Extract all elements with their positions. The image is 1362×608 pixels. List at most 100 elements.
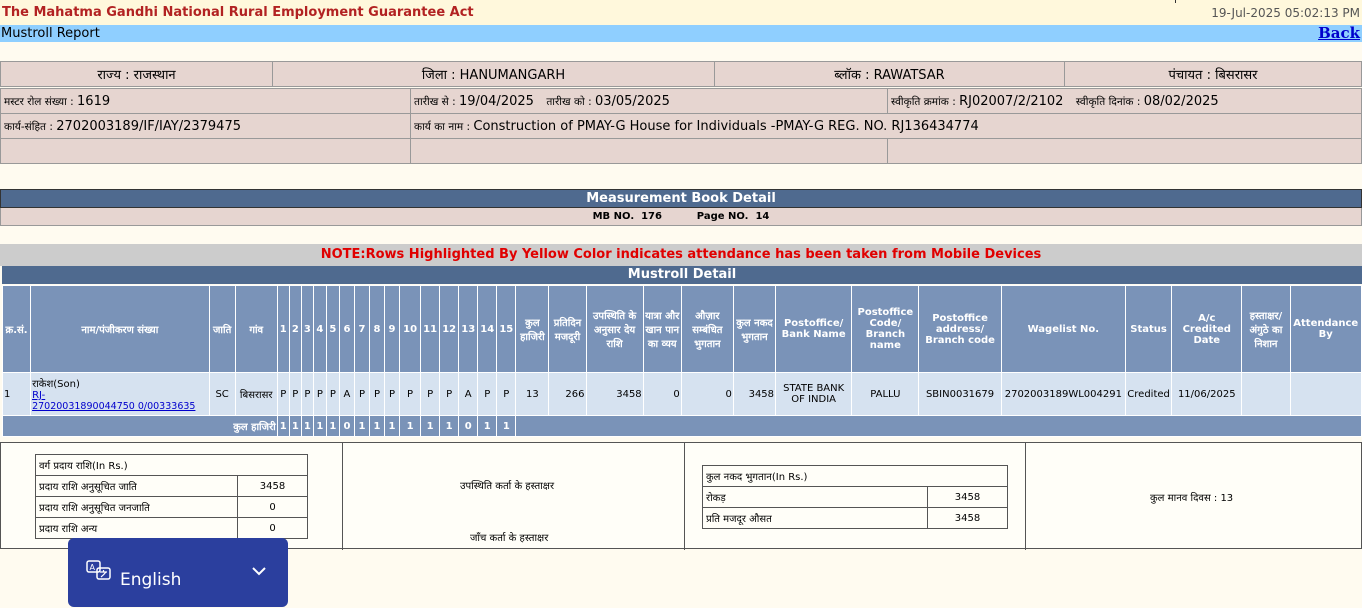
column-header: Attendance By [1289, 285, 1362, 373]
date-range-cell: तारीख से : 19/04/2025 तारीख को : 03/05/2… [410, 88, 888, 114]
column-header: जाति [208, 285, 236, 373]
day-cell: A [338, 372, 355, 416]
column-header: कुल नकद भुगतान [732, 285, 777, 373]
day-cell: P [276, 372, 290, 416]
column-header: क्र.सं. [1, 285, 32, 373]
column-header: यात्रा और खान पान का व्यय [642, 285, 682, 373]
mustroll-detail-title: Mustroll Detail [2, 266, 1362, 284]
column-header: Status [1125, 285, 1173, 373]
day-cell: P [288, 372, 302, 416]
column-header: 8 [368, 285, 386, 373]
column-header: 1 [276, 285, 290, 373]
day-cell: P [312, 372, 327, 416]
day-cell: P [384, 372, 401, 416]
table-row: 1 राकेश(Son) RJ- 27020031890044750 0/0033… [1, 372, 1362, 416]
day-total-cell: 1 [276, 415, 290, 437]
day-cell: P [368, 372, 386, 416]
total-attendance-row: कुल हाजिरी 111110111111011 [2, 415, 1362, 437]
day-total-cell: 1 [288, 415, 302, 437]
day-total-cell: 1 [312, 415, 327, 437]
class-amount-table: वर्ग प्रदाय राशि(In Rs.) प्रदाय राशि अनु… [35, 454, 308, 539]
day-cell: P [300, 372, 314, 416]
day-cell: P [439, 372, 460, 416]
column-header: 3 [300, 285, 314, 373]
column-header: नाम/पंजीकरण संख्या [30, 285, 210, 373]
mobile-attendance-note: NOTE:Rows Highlighted By Yellow Color in… [0, 244, 1362, 266]
day-cell: P [477, 372, 498, 416]
day-cell: P [353, 372, 370, 416]
cash-payment-table: कुल नकद भुगतान(In Rs.) रोकड़ 3458 प्रति म… [702, 465, 1008, 529]
column-header: 4 [312, 285, 327, 373]
mustroll-header-row: क्र.सं. नाम/पंजीकरण संख्या जाति गांव 1 2 3 4 5 6 7… [1, 285, 1362, 373]
mustroll-table: क्र.सं. नाम/पंजीकरण संख्या जाति गांव 1 2 3 4 5 6 7… [1, 285, 1362, 437]
muster-header-table: राज्य : राजस्थान जिला : HANUMANGARH ब्लॉ… [0, 61, 1362, 87]
muster-no-cell: मस्टर रोल संख्या : 1619 [0, 88, 411, 114]
day-total-cell: 1 [384, 415, 401, 437]
checker-signature-label: जाँच कर्ता के हस्ताक्षर [470, 533, 549, 544]
back-link[interactable]: Back [1318, 24, 1360, 42]
day-total-cell: 1 [353, 415, 370, 437]
day-total-cell: 1 [325, 415, 340, 437]
work-code-cell: कार्य-संहित : 2702003189/IF/IAY/2379475 [0, 113, 411, 139]
day-total-cell: 0 [338, 415, 355, 437]
measurement-book-section: Measurement Book Detail MB NO. 176 Page … [0, 189, 1362, 226]
column-header: 14 [477, 285, 498, 373]
column-header: A/c Credited Date [1171, 285, 1243, 373]
day-cell: P [420, 372, 441, 416]
report-name: Mustroll Report [1, 26, 100, 41]
mb-details: MB NO. 176 Page NO. 14 [0, 208, 1362, 226]
column-header: 9 [384, 285, 401, 373]
column-header: हस्ताक्षर/ अंगुठे का निशान [1241, 285, 1291, 373]
column-header: उपस्थिति के अनुसार देय राशि [585, 285, 644, 373]
day-total-cell: 1 [496, 415, 517, 437]
sanction-cell: स्वीकृति क्रमांक : RJ02007/2/2102 स्वीकृ… [887, 88, 1362, 114]
day-total-cell: 1 [368, 415, 386, 437]
block-cell: ब्लॉक : RAWATSAR [714, 61, 1065, 87]
column-header: 13 [458, 285, 479, 373]
day-cell: P [496, 372, 517, 416]
language-label: English [120, 570, 182, 590]
svg-text:A: A [90, 563, 96, 572]
column-header: 5 [325, 285, 340, 373]
column-header: Wagelist No. [1000, 285, 1127, 373]
attendance-signature-label: उपस्थिति कर्ता के हस्ताक्षर [460, 481, 555, 492]
work-name-cell: कार्य का नाम : Construction of PMAY-G Ho… [410, 113, 1362, 139]
column-header: 15 [496, 285, 517, 373]
top-bar: The Mahatma Gandhi National Rural Employ… [0, 0, 1362, 25]
column-header: Postoffice address/ Branch code [918, 285, 1002, 373]
language-selector[interactable]: A English [68, 538, 288, 607]
column-header: Postoffice Code/ Branch name [851, 285, 920, 373]
mb-title: Measurement Book Detail [0, 189, 1362, 208]
total-mandays: कुल मानव दिवस : 13 [1150, 493, 1234, 504]
day-total-cell: 1 [477, 415, 498, 437]
day-cell: P [399, 372, 422, 416]
sub-bar: Mustroll Report Back [0, 24, 1362, 42]
day-total-cell: 1 [399, 415, 422, 437]
translate-icon: A [86, 560, 111, 580]
day-total-cell: 1 [300, 415, 314, 437]
report-datetime: 19-Jul-2025 05:02:13 PM [1211, 6, 1360, 20]
column-header: 2 [288, 285, 302, 373]
column-header: 12 [439, 285, 460, 373]
column-header: प्रतिदिन मजदूरी [548, 285, 587, 373]
column-header: औज़ार सम्बंधित भुगतान [680, 285, 734, 373]
muster-info-table: मस्टर रोल संख्या : 1619 तारीख से : 19/04… [0, 88, 1362, 164]
act-title: The Mahatma Gandhi National Rural Employ… [2, 5, 474, 20]
column-header: गांव [234, 285, 278, 373]
day-total-cell: 1 [420, 415, 441, 437]
day-total-cell: 1 [439, 415, 460, 437]
column-header: कुल हाजिरी [515, 285, 550, 373]
column-header: 6 [338, 285, 355, 373]
column-header: 11 [420, 285, 441, 373]
day-cell: A [458, 372, 479, 416]
worker-name-cell: राकेश(Son) RJ- 27020031890044750 0/003336… [30, 372, 210, 416]
chevron-down-icon [252, 567, 266, 576]
day-total-cell: 0 [458, 415, 479, 437]
state-cell: राज्य : राजस्थान [0, 61, 273, 87]
day-cell: P [325, 372, 340, 416]
column-header: 10 [399, 285, 422, 373]
summary-section: वर्ग प्रदाय राशि(In Rs.) प्रदाय राशि अनु… [0, 442, 1362, 550]
column-header: Postoffice/ Bank Name [775, 285, 853, 373]
district-cell: जिला : HANUMANGARH [272, 61, 715, 87]
registration-link[interactable]: RJ- 27020031890044750 0/00333635 [32, 390, 195, 412]
